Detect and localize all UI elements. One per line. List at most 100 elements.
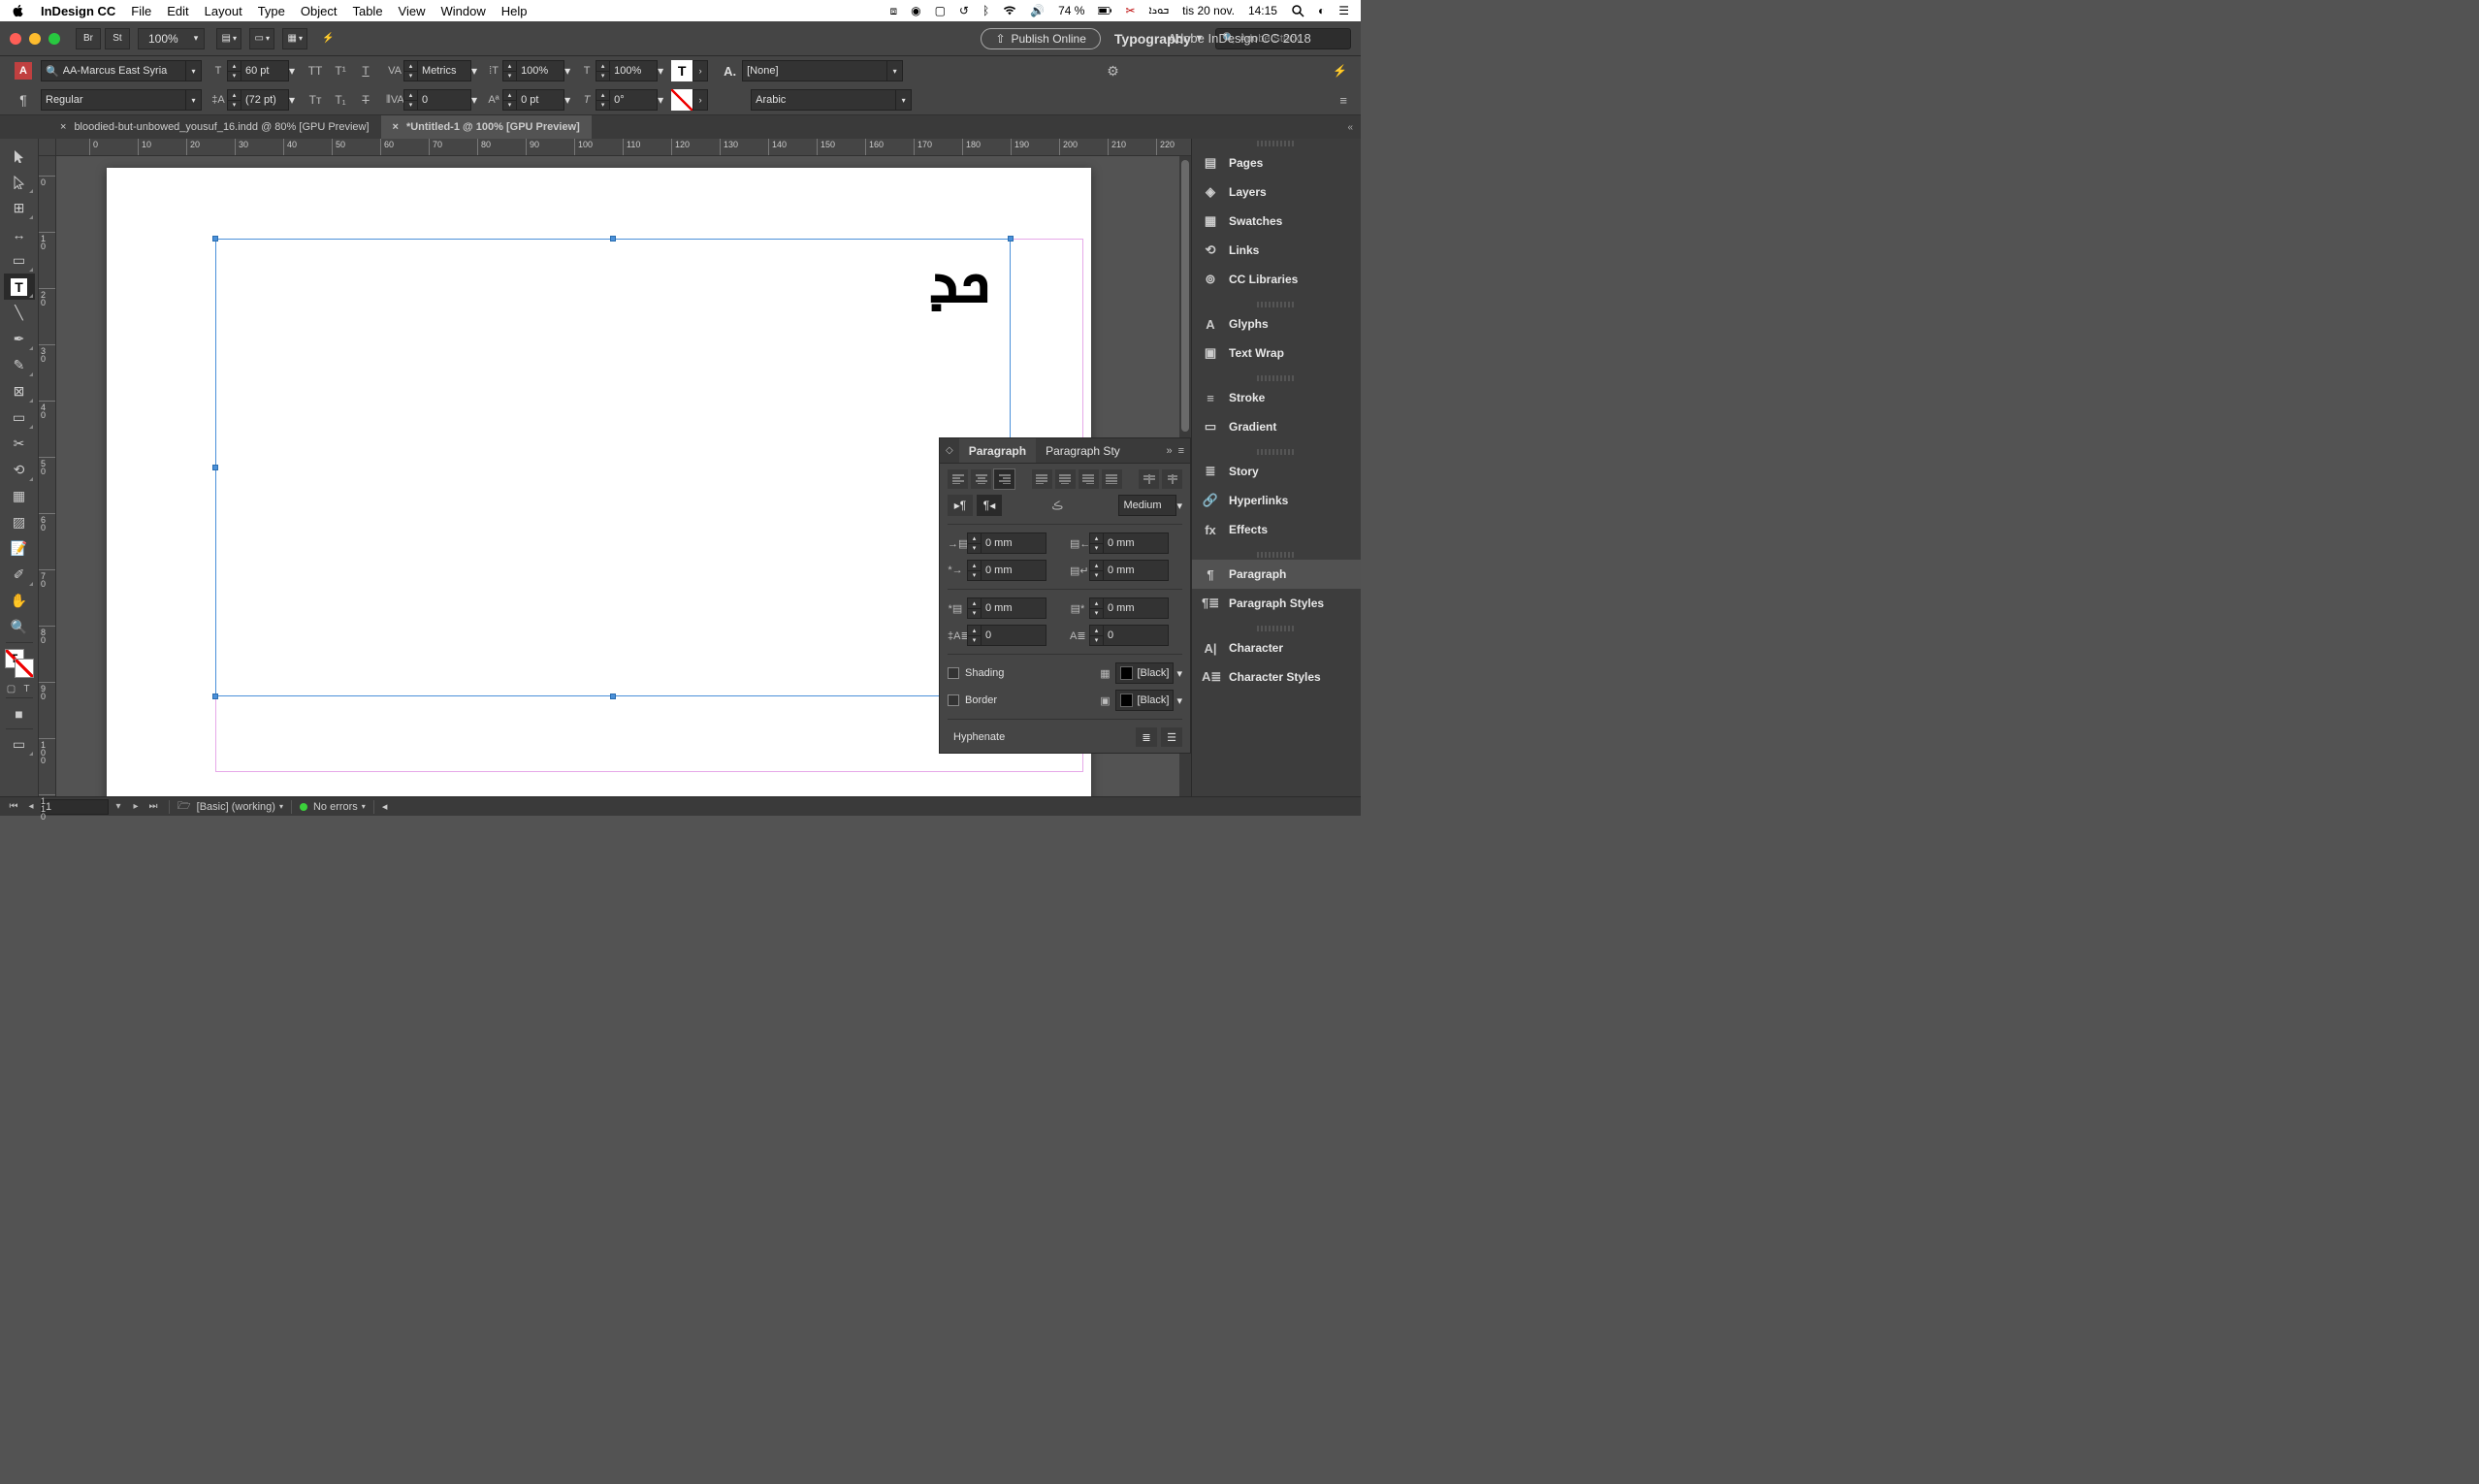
vscale-spin[interactable]: ▴▾ <box>502 60 516 81</box>
menu-object[interactable]: Object <box>301 4 338 18</box>
gradient-feather-tool[interactable]: ▨ <box>4 509 35 535</box>
dock-grip[interactable] <box>1257 449 1296 455</box>
space-before-spin[interactable]: ▴▾ <box>967 597 981 619</box>
airplay-icon[interactable]: ▢ <box>935 4 946 17</box>
character-mode-button[interactable]: A <box>15 62 32 80</box>
dock-item-cc-libraries[interactable]: ⊚CC Libraries <box>1192 265 1361 294</box>
panel-menu-icon[interactable]: ≡ <box>1339 93 1347 108</box>
document-tab-1[interactable]: × bloodied-but-unbowed_yousuf_16.indd @ … <box>48 115 381 139</box>
font-family-combo[interactable]: 🔍 ▾ <box>41 60 202 81</box>
volume-icon[interactable]: 🔊 <box>1030 4 1045 17</box>
dock-grip[interactable] <box>1257 141 1296 146</box>
drop-chars-input[interactable] <box>1108 629 1164 641</box>
swatch-next[interactable]: › <box>692 60 708 81</box>
zoom-tool[interactable]: 🔍 <box>4 614 35 640</box>
chevron-down-icon[interactable]: ▾ <box>289 93 295 107</box>
font-style-input[interactable] <box>46 94 181 106</box>
right-indent-spin[interactable]: ▴▾ <box>1089 532 1103 554</box>
tabs-flyout-icon[interactable]: « <box>1339 115 1361 139</box>
leading-input[interactable] <box>245 94 284 106</box>
zoom-combo[interactable]: 100% ▾ <box>138 28 205 49</box>
spotlight-icon[interactable] <box>1291 4 1304 17</box>
apply-container-icon[interactable]: ▢ <box>5 682 18 695</box>
screen-mode-button[interactable]: ▭ <box>4 731 35 758</box>
last-page-button[interactable]: ⏭ <box>145 800 161 814</box>
panel-menu-icon[interactable]: ≡ <box>1178 445 1184 457</box>
preflight-errors-combo[interactable]: No errors ▾ <box>313 801 366 813</box>
justify-all-button[interactable] <box>1102 469 1122 489</box>
menu-table[interactable]: Table <box>352 4 382 18</box>
tab-paragraph[interactable]: Paragraph <box>959 438 1036 463</box>
bluetooth-icon[interactable]: ᛒ <box>982 4 989 17</box>
rtl-direction-button[interactable]: ¶◂ <box>977 495 1002 516</box>
panel-collapse-toggle[interactable]: ◇ <box>940 445 959 456</box>
align-left-button[interactable] <box>948 469 968 489</box>
view-option-3[interactable]: ▦▾ <box>282 28 307 49</box>
dock-item-stroke[interactable]: ≡Stroke <box>1192 383 1361 412</box>
menu-help[interactable]: Help <box>501 4 528 18</box>
stroke-swatch[interactable] <box>671 89 692 111</box>
chevron-down-icon[interactable]: ▾ <box>186 60 202 81</box>
resize-handle[interactable] <box>212 694 218 699</box>
chevron-down-icon[interactable]: ▾ <box>564 64 570 78</box>
shading-options-icon[interactable]: ▦ <box>1097 665 1112 681</box>
no-baseline-grid-button[interactable]: ≣ <box>1136 727 1157 747</box>
fill-stroke-swatches[interactable] <box>5 649 34 678</box>
skew-input[interactable] <box>614 94 653 106</box>
rectangle-tool[interactable]: ▭ <box>4 404 35 431</box>
wifi-icon[interactable] <box>1003 4 1016 17</box>
all-caps-button[interactable]: TT <box>303 60 328 81</box>
chevron-down-icon[interactable]: ▾ <box>658 93 663 107</box>
text-content[interactable]: ܟܕ <box>928 245 990 317</box>
dock-item-links[interactable]: ⟲Links <box>1192 236 1361 265</box>
chevron-down-icon[interactable]: ▾ <box>186 89 202 111</box>
space-after-spin[interactable]: ▴▾ <box>1089 597 1103 619</box>
first-indent-input[interactable] <box>985 565 1042 576</box>
shading-checkbox[interactable] <box>948 667 959 679</box>
siri-icon[interactable]: ◐ <box>1318 4 1325 17</box>
dock-item-layers[interactable]: ◈Layers <box>1192 177 1361 207</box>
tracking-spin[interactable]: ▴▾ <box>403 89 417 111</box>
content-collector-tool[interactable]: ▭ <box>4 247 35 274</box>
resize-handle[interactable] <box>610 236 616 242</box>
kerning-input[interactable] <box>422 65 467 77</box>
char-style-input[interactable] <box>747 65 883 77</box>
fill-swatch[interactable]: T <box>671 60 692 81</box>
gpu-icon[interactable]: ⚡ <box>315 28 340 49</box>
prev-page-button[interactable]: ◂ <box>23 800 39 814</box>
left-indent-spin[interactable]: ▴▾ <box>967 532 981 554</box>
menu-file[interactable]: File <box>131 4 151 18</box>
chevron-down-icon[interactable]: ▾ <box>658 64 663 78</box>
small-caps-button[interactable]: Tᴛ <box>303 89 328 111</box>
free-transform-tool[interactable]: ⟲ <box>4 457 35 483</box>
publish-online-button[interactable]: ⇧ Publish Online <box>981 28 1100 49</box>
resize-handle[interactable] <box>610 694 616 699</box>
text-frame[interactable]: ܟܕ <box>215 239 1011 696</box>
align-baseline-grid-button[interactable]: ☰ <box>1161 727 1182 747</box>
chevron-down-icon[interactable]: ▾ <box>1176 500 1182 512</box>
vscale-input[interactable] <box>521 65 560 77</box>
chevron-down-icon[interactable]: ▾ <box>564 93 570 107</box>
expand-icon[interactable]: » <box>1166 445 1172 457</box>
tab-paragraph-styles[interactable]: Paragraph Sty <box>1036 438 1130 463</box>
document-tab-2[interactable]: × *Untitled-1 @ 100% [GPU Preview] <box>381 115 592 139</box>
char-style-combo[interactable]: ▾ <box>742 60 903 81</box>
chevron-down-icon[interactable]: ▾ <box>289 64 295 78</box>
baseline-spin[interactable]: ▴▾ <box>502 89 516 111</box>
align-right-button[interactable] <box>994 469 1014 489</box>
menu-type[interactable]: Type <box>258 4 285 18</box>
ruler-origin[interactable] <box>39 139 56 155</box>
control-menu-gear-icon[interactable]: ⚙ <box>1107 63 1129 80</box>
dock-item-glyphs[interactable]: AGlyphs <box>1192 309 1361 339</box>
font-family-input[interactable] <box>63 65 181 77</box>
scrollbar-thumb[interactable] <box>1181 160 1189 432</box>
dock-item-character[interactable]: A|Character <box>1192 633 1361 662</box>
dock-item-paragraph-styles[interactable]: ¶≣Paragraph Styles <box>1192 589 1361 618</box>
dropbox-icon[interactable]: ⧈ <box>889 4 897 18</box>
menu-edit[interactable]: Edit <box>167 4 188 18</box>
swatch-next[interactable]: › <box>692 89 708 111</box>
font-size-spin[interactable]: ▴▾ <box>227 60 241 81</box>
hand-tool[interactable]: ✋ <box>4 588 35 614</box>
dock-grip[interactable] <box>1257 626 1296 631</box>
note-tool[interactable]: 📝 <box>4 535 35 562</box>
